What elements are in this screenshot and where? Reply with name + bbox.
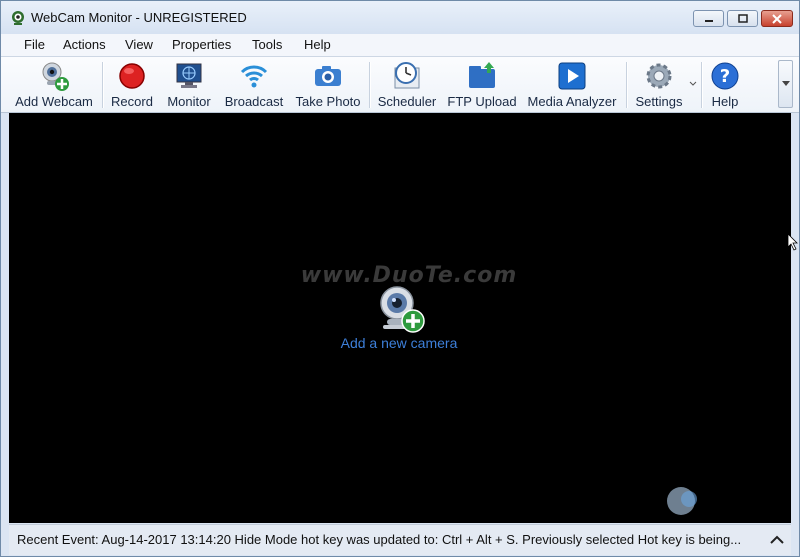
take-photo-button[interactable]: Take Photo bbox=[293, 57, 363, 112]
webcam-app-icon bbox=[12, 11, 24, 25]
settings-button[interactable]: Settings bbox=[630, 57, 688, 112]
record-icon bbox=[119, 63, 145, 89]
add-webcam-icon[interactable] bbox=[375, 283, 427, 335]
broadcast-icon bbox=[240, 65, 268, 88]
app-window: WebCam Monitor - UNREGISTERED File Actio… bbox=[0, 0, 800, 557]
settings-label: Settings bbox=[635, 94, 683, 109]
close-icon bbox=[772, 13, 782, 24]
add-webcam-icon bbox=[42, 62, 69, 91]
scheduler-button[interactable]: Scheduler bbox=[374, 57, 440, 112]
clock-icon bbox=[394, 62, 420, 89]
record-button[interactable]: Record bbox=[106, 57, 158, 112]
close-button[interactable] bbox=[761, 10, 793, 27]
title-bar[interactable]: WebCam Monitor - UNREGISTERED bbox=[1, 1, 799, 34]
toolbar-separator bbox=[626, 62, 628, 108]
gear-icon bbox=[646, 63, 672, 89]
take-photo-label: Take Photo bbox=[295, 94, 361, 109]
play-icon bbox=[558, 62, 586, 90]
site-logo-watermark bbox=[667, 487, 697, 515]
toolbar-overflow-button[interactable] bbox=[778, 60, 793, 108]
status-bar: Recent Event: Aug-14-2017 13:14:20 Hide … bbox=[9, 524, 791, 555]
toolbar-separator bbox=[102, 62, 104, 108]
menu-tools[interactable]: Tools bbox=[252, 37, 282, 52]
menu-help[interactable]: Help bbox=[304, 37, 331, 52]
minimize-button[interactable] bbox=[693, 10, 724, 27]
add-webcam-button[interactable]: Add Webcam bbox=[11, 57, 97, 112]
svg-text:?: ? bbox=[720, 66, 730, 87]
broadcast-label: Broadcast bbox=[224, 94, 284, 109]
ftp-upload-label: FTP Upload bbox=[447, 94, 517, 109]
chevron-up-icon[interactable] bbox=[767, 531, 787, 549]
ftp-upload-icon bbox=[469, 62, 495, 88]
toolbar-separator bbox=[369, 62, 371, 108]
menu-properties[interactable]: Properties bbox=[172, 37, 231, 52]
monitor-button[interactable]: Monitor bbox=[161, 57, 217, 112]
add-webcam-label: Add Webcam bbox=[15, 94, 93, 109]
camera-icon bbox=[315, 66, 341, 86]
status-text: Recent Event: Aug-14-2017 13:14:20 Hide … bbox=[17, 532, 742, 547]
camera-viewport[interactable]: www.DuoTe.com Add a new camera bbox=[9, 113, 798, 523]
help-button[interactable]: ? Help bbox=[705, 57, 745, 112]
menu-bar: File Actions View Properties Tools Help bbox=[1, 34, 799, 57]
menu-view[interactable]: View bbox=[125, 37, 153, 52]
menu-file[interactable]: File bbox=[24, 37, 45, 52]
toolbar: Add Webcam Record Monitor Broadcast Take… bbox=[1, 57, 799, 113]
help-label: Help bbox=[711, 94, 739, 109]
media-analyzer-button[interactable]: Media Analyzer bbox=[523, 57, 621, 112]
chevron-down-icon[interactable] bbox=[689, 81, 697, 87]
mouse-cursor-icon bbox=[787, 233, 798, 251]
monitor-label: Monitor bbox=[167, 94, 211, 109]
toolbar-separator bbox=[701, 62, 703, 108]
chevron-down-icon bbox=[782, 81, 790, 86]
ftp-upload-button[interactable]: FTP Upload bbox=[445, 57, 519, 112]
maximize-icon bbox=[737, 14, 748, 23]
maximize-button[interactable] bbox=[727, 10, 758, 27]
record-label: Record bbox=[111, 94, 153, 109]
menu-actions[interactable]: Actions bbox=[63, 37, 106, 52]
add-camera-link[interactable]: Add a new camera bbox=[329, 335, 469, 351]
monitor-icon bbox=[176, 63, 202, 88]
window-title: WebCam Monitor - UNREGISTERED bbox=[31, 10, 247, 25]
help-icon: ? bbox=[711, 62, 739, 90]
scheduler-label: Scheduler bbox=[377, 94, 437, 109]
media-analyzer-label: Media Analyzer bbox=[527, 94, 617, 109]
minimize-icon bbox=[704, 19, 713, 22]
broadcast-button[interactable]: Broadcast bbox=[221, 57, 287, 112]
